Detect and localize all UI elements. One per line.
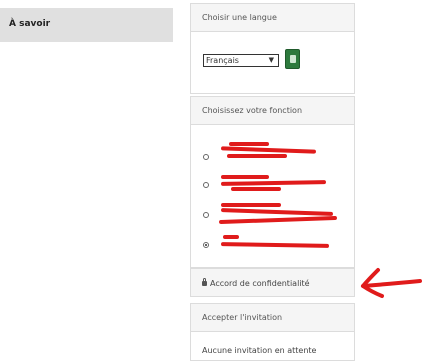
role-option-3-radio[interactable] — [203, 212, 209, 218]
language-select[interactable]: Français ▼ — [203, 54, 279, 67]
role-option-1-radio[interactable] — [203, 154, 209, 160]
nda-panel[interactable]: Accord de confidentialité — [190, 268, 355, 297]
role-option-1-label-redacted — [217, 139, 347, 169]
language-apply-button[interactable] — [285, 49, 300, 69]
role-panel: Choisissez votre fonction — [190, 96, 355, 268]
role-option-4-radio[interactable] — [203, 242, 209, 248]
role-option-2-radio[interactable] — [203, 182, 209, 188]
accept-panel-title: Accepter l'invitation — [191, 304, 354, 332]
role-option-2-label-redacted — [217, 172, 347, 200]
role-panel-title: Choisissez votre fonction — [191, 97, 354, 125]
lock-icon — [202, 278, 207, 286]
language-select-value: Français — [206, 56, 239, 65]
language-panel-title: Choisir une langue — [191, 4, 354, 32]
book-icon — [290, 55, 296, 63]
annotation-arrow-icon — [361, 268, 422, 298]
nda-link[interactable]: Accord de confidentialité — [202, 278, 310, 288]
no-invitation-text: Aucune invitation en attente — [202, 346, 317, 355]
nda-label: Accord de confidentialité — [210, 279, 310, 288]
nav-tab-a-savoir[interactable]: À savoir — [0, 8, 173, 42]
accept-invitation-panel: Accepter l'invitation Aucune invitation … — [190, 303, 355, 361]
role-option-3-label-redacted — [217, 200, 352, 230]
dropdown-arrow-icon: ▼ — [268, 56, 274, 64]
language-panel: Choisir une langue Français ▼ — [190, 3, 355, 94]
role-option-4-label-redacted — [217, 232, 347, 258]
